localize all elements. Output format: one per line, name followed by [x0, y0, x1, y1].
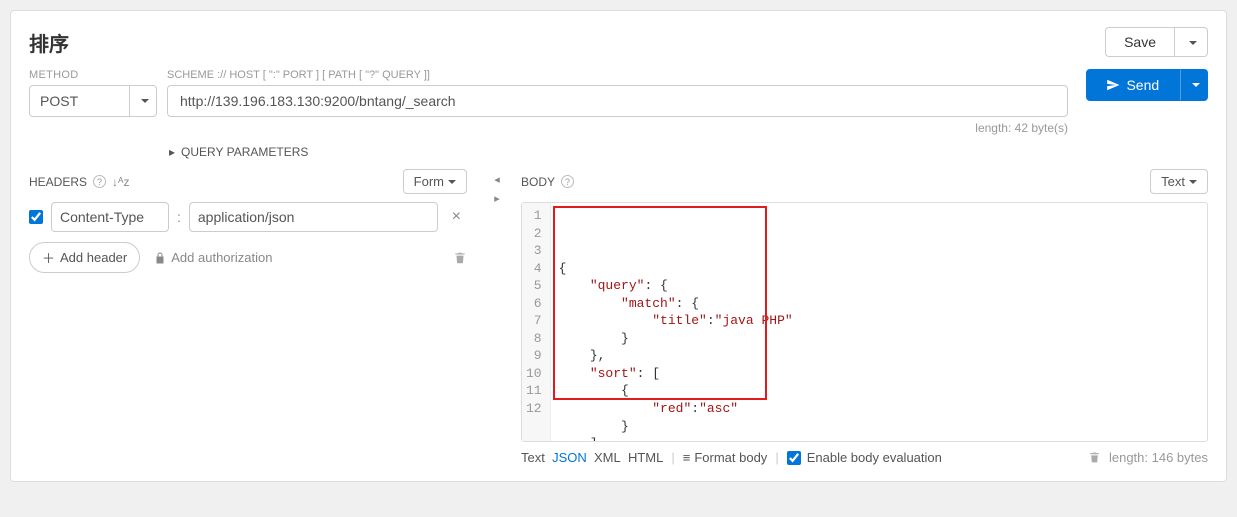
send-icon [1106, 78, 1120, 92]
body-footer-left: Text JSON XML HTML | ≡ Format body | Ena… [521, 450, 942, 465]
sort-icon[interactable]: ↓ᴬᴢ [112, 175, 129, 189]
headers-trash-icon[interactable] [453, 251, 467, 265]
header-enabled-checkbox[interactable] [29, 210, 43, 224]
add-auth-label: Add authorization [171, 250, 272, 265]
body-length: length: 146 bytes [1109, 450, 1208, 465]
body-title-wrap: BODY ? [521, 175, 574, 189]
editor-code[interactable]: { "query": { "match": { "title":"java PH… [551, 203, 1207, 441]
enable-body-eval[interactable]: Enable body evaluation [787, 450, 942, 465]
headers-title: HEADERS [29, 175, 87, 189]
help-icon[interactable]: ? [93, 175, 106, 188]
save-button[interactable]: Save [1105, 27, 1175, 57]
body-pane: BODY ? Text 123456789101112 { "query": {… [517, 169, 1208, 465]
send-label: Send [1126, 77, 1159, 93]
body-footer-right: length: 146 bytes [1088, 450, 1208, 465]
send-col: X Send [1078, 69, 1208, 101]
headers-view-toggle[interactable]: Form [403, 169, 467, 194]
body-title: BODY [521, 175, 555, 189]
top-row: 排序 Save [29, 27, 1208, 57]
url-input[interactable] [167, 85, 1068, 117]
send-dropdown-button[interactable] [1180, 69, 1208, 101]
method-combo[interactable]: POST [29, 85, 157, 117]
caret-right-icon: ▸ [169, 145, 175, 159]
page-title: 排序 [29, 28, 69, 57]
add-authorization-button[interactable]: Add authorization [154, 250, 272, 265]
help-icon[interactable]: ? [561, 175, 574, 188]
collapse-right-icon[interactable]: ▸ [494, 192, 500, 205]
header-remove-icon[interactable]: × [446, 208, 467, 226]
header-colon: : [177, 209, 181, 225]
headers-head: HEADERS ? ↓ᴬᴢ Form [29, 169, 467, 194]
body-format-tab-json[interactable]: JSON [552, 450, 587, 465]
format-body-button[interactable]: ≡ Format body [683, 450, 768, 465]
lock-icon [154, 252, 166, 264]
url-length: length: 42 byte(s) [167, 121, 1068, 135]
align-icon: ≡ [683, 450, 691, 465]
headers-title-wrap: HEADERS ? ↓ᴬᴢ [29, 175, 129, 189]
save-group: Save [1105, 27, 1208, 57]
body-format-tab-xml[interactable]: XML [594, 450, 621, 465]
method-col: METHOD POST [29, 69, 157, 117]
add-header-label: Add header [60, 250, 127, 265]
collapse-left-icon[interactable]: ◂ [494, 173, 500, 186]
body-editor[interactable]: 123456789101112 { "query": { "match": { … [521, 202, 1208, 442]
two-col: HEADERS ? ↓ᴬᴢ Form : × ＋ Add header [29, 169, 1208, 465]
format-body-label: Format body [694, 450, 767, 465]
body-format-tabs: Text JSON XML HTML [521, 450, 663, 465]
body-view-toggle[interactable]: Text [1150, 169, 1208, 194]
query-params-toggle[interactable]: ▸ QUERY PARAMETERS [169, 145, 1208, 159]
add-header-button[interactable]: ＋ Add header [29, 242, 140, 273]
headers-actions-left: ＋ Add header Add authorization [29, 242, 272, 273]
enable-body-eval-checkbox[interactable] [787, 451, 801, 465]
header-value-input[interactable] [189, 202, 438, 232]
method-caret[interactable] [129, 85, 157, 117]
separator: | [671, 450, 674, 465]
header-row: : × [29, 202, 467, 232]
headers-actions: ＋ Add header Add authorization [29, 242, 467, 273]
request-line-row: METHOD POST SCHEME :// HOST [ ":" PORT ]… [29, 69, 1208, 135]
separator: | [775, 450, 778, 465]
enable-body-eval-label: Enable body evaluation [807, 450, 942, 465]
method-value: POST [29, 85, 129, 117]
header-name-input[interactable] [51, 202, 169, 232]
save-dropdown-button[interactable] [1175, 27, 1208, 57]
url-col: SCHEME :// HOST [ ":" PORT ] [ PATH [ "?… [167, 69, 1068, 135]
request-panel: 排序 Save METHOD POST SCHEME :// HOST [ ":… [10, 10, 1227, 482]
headers-pane: HEADERS ? ↓ᴬᴢ Form : × ＋ Add header [29, 169, 477, 465]
editor-gutter: 123456789101112 [522, 203, 551, 441]
body-head: BODY ? Text [521, 169, 1208, 194]
query-params-label: QUERY PARAMETERS [181, 145, 308, 159]
plus-icon: ＋ [42, 248, 55, 267]
body-format-tab-html[interactable]: HTML [628, 450, 663, 465]
body-format-tab-text[interactable]: Text [521, 450, 545, 465]
send-button[interactable]: Send [1086, 69, 1180, 101]
url-label: SCHEME :// HOST [ ":" PORT ] [ PATH [ "?… [167, 69, 1068, 81]
body-trash-icon[interactable] [1088, 451, 1101, 464]
pane-divider: ◂ ▸ [477, 169, 517, 465]
body-footer: Text JSON XML HTML | ≡ Format body | Ena… [521, 450, 1208, 465]
method-label: METHOD [29, 69, 157, 81]
